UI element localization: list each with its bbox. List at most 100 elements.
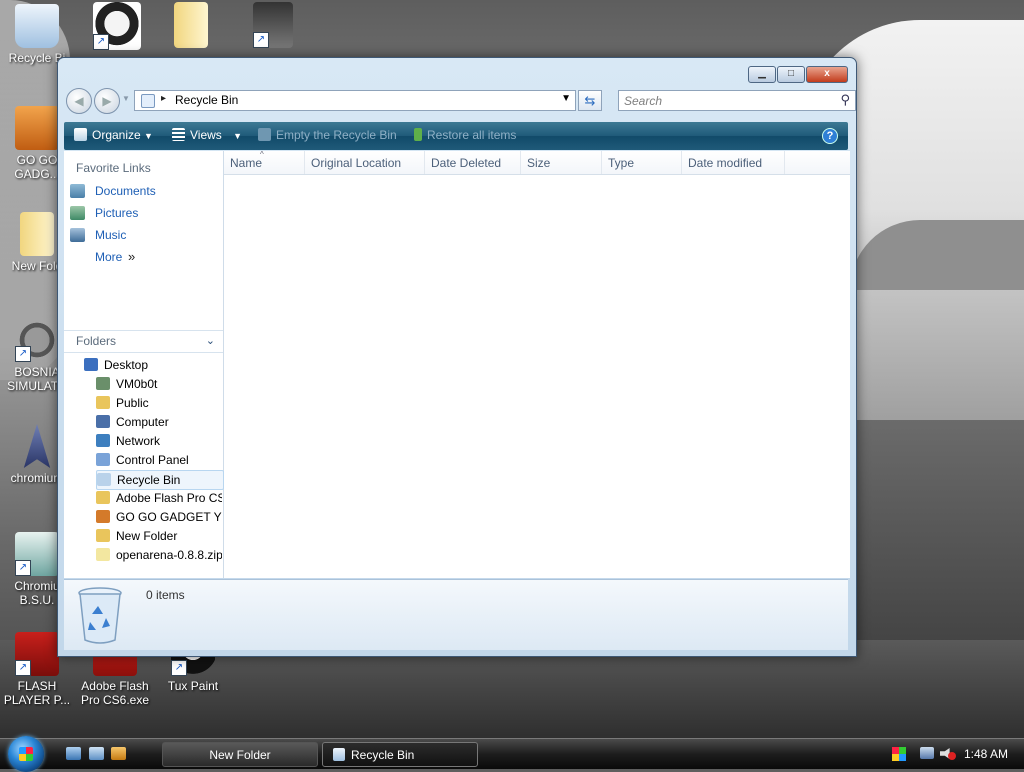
back-button[interactable]: ◀	[66, 88, 92, 114]
recent-pages-chevron-icon[interactable]: ▼	[122, 94, 130, 103]
installer-icon: ↗	[253, 2, 293, 48]
recycle-bin-small-icon	[258, 128, 271, 141]
help-icon[interactable]: ?	[822, 128, 838, 144]
start-button[interactable]	[8, 736, 44, 772]
recycle-bin-small-icon	[333, 748, 345, 761]
breadcrumb-separator-icon[interactable]: ▸	[161, 93, 166, 104]
views-icon	[172, 128, 185, 141]
empty-recycle-bin-button[interactable]: Empty the Recycle Bin	[258, 128, 397, 142]
flash-icon: ↗	[15, 632, 59, 676]
folders-heading[interactable]: Folders	[76, 334, 116, 348]
taskbar-button-recycle-bin[interactable]: Recycle Bin	[322, 742, 478, 767]
search-input[interactable]: Search ⚲	[618, 90, 856, 111]
pane-divider	[64, 330, 223, 331]
restore-arrow-icon	[414, 128, 422, 141]
music-icon	[70, 228, 85, 242]
recycle-bin-desktop-icon[interactable]: Recycle Bi	[0, 4, 74, 65]
tree-item-desktop[interactable]: Desktop	[84, 356, 222, 374]
item-count: 0 items	[146, 588, 185, 602]
tree-item-go-go-gadget-year[interactable]: GO GO GADGET YEAR	[96, 508, 222, 526]
shortcut-arrow-icon: ↗	[93, 34, 109, 50]
organize-button[interactable]: Organize ▼	[74, 128, 153, 142]
file-list[interactable]: Name ^ Original Location Date Deleted Siz…	[224, 150, 850, 578]
computer-icon	[96, 415, 110, 428]
breadcrumb-recycle-bin[interactable]: Recycle Bin	[175, 93, 238, 107]
tree-item-network[interactable]: Network	[96, 432, 222, 450]
command-bar: Organize ▼ Views ▼ Empty the Recycle Bin…	[64, 122, 848, 150]
mine-icon: ↗	[15, 318, 59, 362]
column-header-date-deleted[interactable]: Date Deleted	[425, 151, 521, 174]
folder-icon	[96, 396, 110, 409]
forward-arrow-icon: ▶	[102, 94, 112, 108]
column-header-original-location[interactable]: Original Location	[305, 151, 425, 174]
spaceship-icon	[23, 424, 51, 468]
briefcase-icon	[96, 510, 110, 523]
recycle-bin-small-icon	[141, 94, 155, 108]
taskbar-clock[interactable]: 1:48 AM	[964, 747, 1008, 761]
shortcut-arrow-icon: ↗	[15, 560, 31, 576]
address-bar[interactable]: ▸ Recycle Bin ▼	[134, 90, 576, 111]
recycle-bin-window: ▁ □ x ◀ ▶ ▼ ▸ Recycle Bin ▼ ⇆ Search ⚲ O…	[57, 57, 857, 657]
face-icon: ↗	[93, 2, 141, 50]
tree-item-openarena-0-8-8-zip[interactable]: openarena-0.8.8.zip	[96, 546, 222, 564]
tray-network-icon[interactable]	[920, 739, 938, 769]
tree-item-control-panel[interactable]: Control Panel	[96, 451, 222, 469]
column-header-name[interactable]: Name ^	[224, 150, 305, 174]
face-shortcut-icon[interactable]: ↗	[80, 2, 154, 53]
folders-collapse-chevron-icon[interactable]: ⌄	[206, 334, 215, 347]
control-panel-icon	[96, 453, 110, 466]
close-button[interactable]: x	[806, 66, 848, 83]
shortcut-arrow-icon: ↗	[15, 346, 31, 362]
column-header-date-modified[interactable]: Date modified	[682, 151, 785, 174]
switch-windows-icon[interactable]	[89, 747, 104, 760]
recycle-bin-icon	[15, 4, 59, 48]
favorite-links-heading: Favorite Links	[76, 161, 151, 175]
folder-desktop-icon[interactable]	[154, 2, 228, 51]
column-header-size[interactable]: Size	[521, 151, 602, 174]
refresh-button[interactable]: ⇆	[578, 90, 602, 111]
tree-item-vm0b0t[interactable]: VM0b0t	[96, 375, 222, 393]
search-icon[interactable]: ⚲	[840, 92, 850, 108]
show-desktop-icon[interactable]	[66, 747, 81, 760]
window-controls: ▁ □ x	[747, 66, 848, 83]
shortcut-arrow-icon: ↗	[15, 660, 31, 676]
column-header-type[interactable]: Type	[602, 151, 682, 174]
briefcase-icon	[15, 106, 59, 150]
tree-item-public[interactable]: Public	[96, 394, 222, 412]
tree-item-new-folder[interactable]: New Folder	[96, 527, 222, 545]
pane-divider	[64, 352, 223, 353]
user-folder-icon	[96, 377, 110, 390]
zip-icon	[96, 548, 110, 561]
shortcut-arrow-icon: ↗	[253, 32, 269, 48]
navigation-bar: ◀ ▶ ▼ ▸ Recycle Bin ▼ ⇆ Search ⚲	[66, 88, 856, 114]
maximize-button[interactable]: □	[777, 66, 805, 83]
tree-item-computer[interactable]: Computer	[96, 413, 222, 431]
forward-button[interactable]: ▶	[94, 88, 120, 114]
tree-item-recycle-bin[interactable]: Recycle Bin	[96, 470, 224, 490]
recycle-bin-icon	[97, 473, 111, 486]
tray-volume-muted-icon[interactable]	[940, 739, 958, 769]
taskbar-button-new-folder[interactable]: New Folder	[162, 742, 318, 767]
installer-desktop-icon[interactable]: ↗	[236, 2, 310, 51]
double-chevron-right-icon: »	[128, 249, 136, 264]
folder-icon	[174, 2, 208, 48]
organize-icon	[74, 128, 87, 141]
shortcut-arrow-icon: ↗	[171, 660, 187, 676]
documents-icon	[70, 184, 85, 198]
folder-icon	[96, 529, 110, 542]
desktop-icon	[84, 358, 98, 371]
tray-windows-flag-icon[interactable]	[892, 739, 912, 769]
network-icon	[96, 434, 110, 447]
restore-all-items-button[interactable]: Restore all items	[414, 128, 516, 142]
tree-item-adobe-flash-pro-cs6[interactable]: Adobe Flash Pro CS6	[96, 489, 222, 507]
search-placeholder: Search	[624, 94, 663, 108]
sort-ascending-icon: ^	[260, 150, 264, 159]
window-thumbnail-icon: ↗	[15, 532, 59, 576]
folder-icon	[20, 212, 54, 256]
address-dropdown-icon[interactable]: ▼	[561, 93, 571, 104]
explorer-quick-launch-icon[interactable]	[111, 747, 126, 760]
pictures-icon	[70, 206, 85, 220]
views-button[interactable]: Views ▼	[172, 128, 242, 142]
minimize-button[interactable]: ▁	[748, 66, 776, 83]
folder-icon	[96, 491, 110, 504]
